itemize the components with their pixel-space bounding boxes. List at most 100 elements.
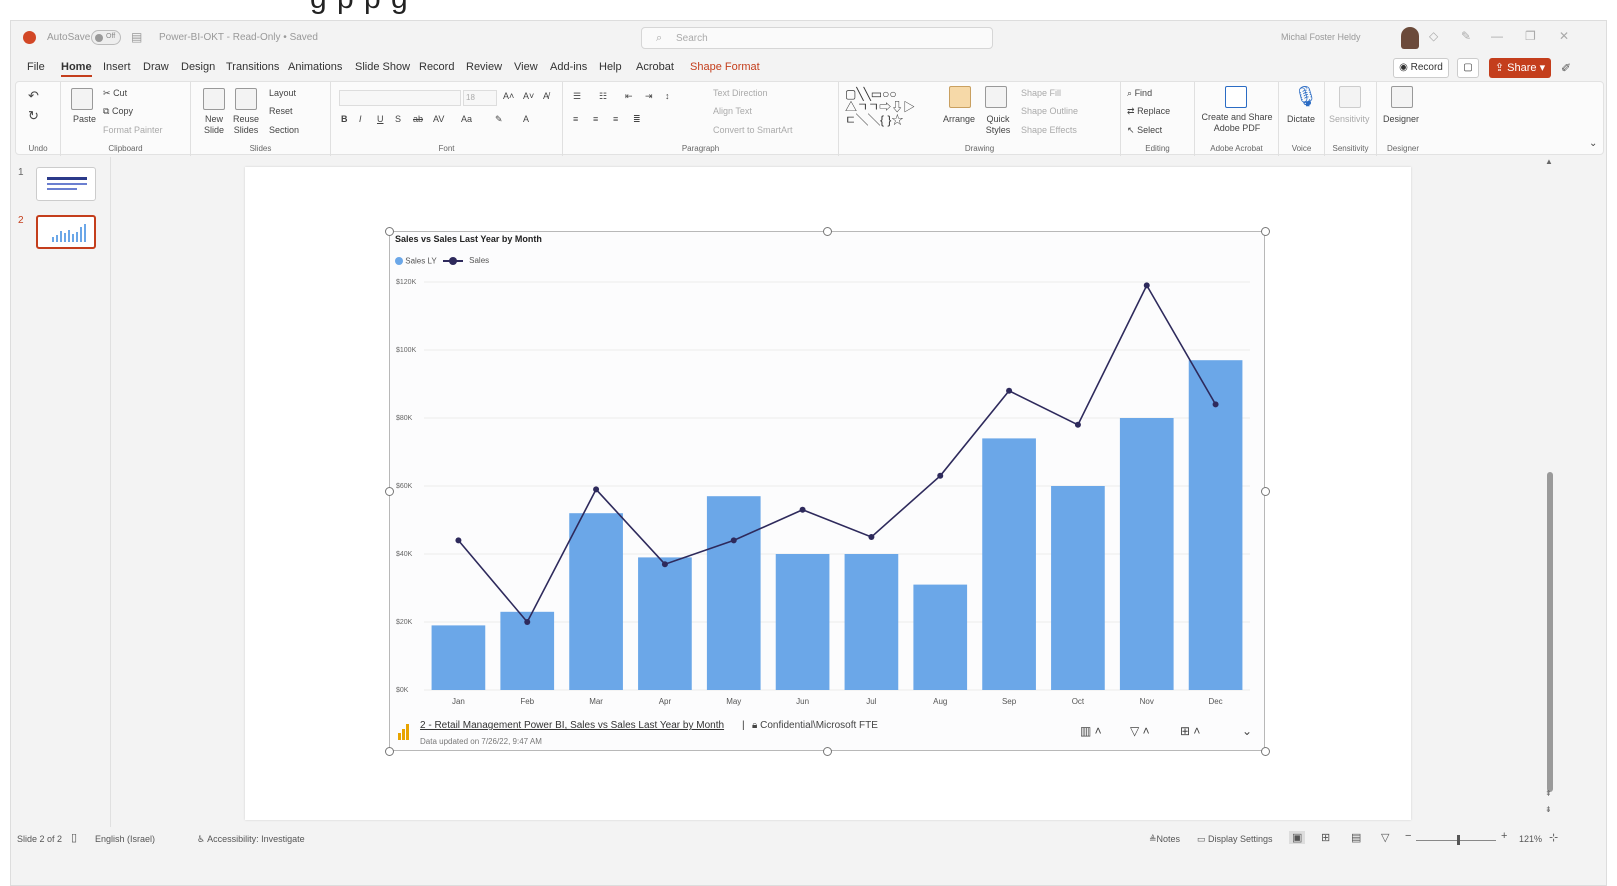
copy-button[interactable]: ⧉ Copy [103,106,133,117]
quick-styles-icon[interactable] [985,86,1007,108]
font-name-input[interactable] [339,90,461,106]
shadow-icon[interactable]: S [395,114,401,124]
section-button[interactable]: Section [269,125,299,135]
avatar[interactable] [1401,27,1419,49]
char-spacing-icon[interactable]: AV [433,114,444,124]
search-box[interactable]: ⌕ Search [641,27,993,49]
underline-icon[interactable]: U [377,114,384,124]
cut-button[interactable]: ✂ Cut [103,88,127,99]
tab-home[interactable]: Home [61,61,92,77]
strikethrough-icon[interactable]: ab [413,114,423,124]
shape-outline-button[interactable]: Shape Outline [1021,106,1078,116]
highlight-icon[interactable]: ✎ [495,114,503,125]
sensitivity-icon[interactable] [1339,86,1361,108]
tab-add-ins[interactable]: Add-ins [550,61,587,73]
minimize-icon[interactable]: — [1491,29,1503,43]
vertical-scrollbar[interactable]: ▲ ⇞ ⇟ [1544,157,1556,827]
new-slide-icon[interactable] [203,88,225,110]
pen-icon[interactable]: ✎ [1461,29,1471,43]
restore-icon[interactable]: ❐ [1525,29,1536,43]
report-link[interactable]: 2 - Retail Management Power BI, Sales vs… [420,720,724,731]
sensitivity-button[interactable]: Sensitivity [1329,114,1370,124]
justify-icon[interactable]: ≣ [633,114,641,125]
tab-record[interactable]: Record [419,61,454,73]
slideshow-icon[interactable]: ▽ [1381,831,1389,844]
text-direction-button[interactable]: Text Direction [713,88,768,98]
create-share-pdf-button[interactable]: Create and Share Adobe PDF [1199,112,1275,134]
comments-button[interactable]: ▢ [1457,58,1479,78]
align-left-icon[interactable]: ≡ [573,114,578,124]
slide-thumbnail-1[interactable] [36,167,96,201]
normal-view-icon[interactable]: ▣ [1289,831,1306,844]
shapes-gallery-icon[interactable]: ▢╲╲▭○○ △ㄱㄱ⇨⇩▷ ㄷ╲╲{ }☆ [845,88,915,127]
tab-draw[interactable]: Draw [143,61,169,73]
scroll-up-icon[interactable]: ▲ [1545,157,1553,166]
record-button[interactable]: ◉ Record [1393,58,1449,78]
grow-font-icon[interactable]: A˄ [503,91,514,101]
zoom-level[interactable]: 121% [1519,834,1542,844]
format-painter-button[interactable]: Format Painter [103,125,163,135]
expand-chevron-icon[interactable]: ⌄ [1242,724,1252,738]
align-text-button[interactable]: Align Text [713,106,752,116]
decrease-indent-icon[interactable]: ⇤ [625,91,633,102]
tab-animations[interactable]: Animations [288,61,342,73]
layout-options-icon[interactable]: ⊞ ˄ [1180,724,1200,738]
language-indicator[interactable]: English (Israel) [95,834,155,844]
clear-format-icon[interactable]: A̸ [543,91,549,101]
microphone-icon[interactable]: 🎙 [1293,84,1318,109]
line-spacing-icon[interactable]: ↕ [665,91,670,101]
reset-button[interactable]: Reset [269,106,293,116]
paste-icon[interactable] [71,88,93,110]
fit-slide-icon[interactable]: ⊹ [1549,831,1558,844]
reuse-slides-icon[interactable] [235,88,257,110]
powerbi-chart-object[interactable]: Sales vs Sales Last Year by Month Sales … [385,227,1270,756]
dictate-button[interactable]: Dictate [1287,114,1315,124]
zoom-in-icon[interactable]: + [1501,830,1507,842]
chart-options-icon[interactable]: ▥ ˄ [1080,724,1102,738]
save-icon[interactable]: ▤ [131,30,142,44]
adobe-pdf-icon[interactable] [1225,86,1247,108]
zoom-out-icon[interactable]: − [1405,830,1411,842]
new-slide-button[interactable]: New Slide [199,114,229,136]
tab-design[interactable]: Design [181,61,215,73]
display-settings-button[interactable]: ▭ Display Settings [1197,834,1273,845]
designer-icon[interactable] [1391,86,1413,108]
resize-handle[interactable] [823,227,832,236]
tab-shape-format[interactable]: Shape Format [690,61,760,73]
layout-button[interactable]: Layout [269,88,296,98]
tab-view[interactable]: View [514,61,538,73]
bold-icon[interactable]: B [341,114,348,124]
user-name[interactable]: Michal Foster Heldy [1281,32,1361,42]
reuse-slides-button[interactable]: Reuse Slides [231,114,261,136]
collapse-ribbon-icon[interactable]: ⌄ [1589,138,1597,149]
prev-slide-icon[interactable]: ⇞ [1545,789,1552,798]
align-center-icon[interactable]: ≡ [593,114,598,124]
scrollbar-thumb[interactable] [1547,472,1553,792]
shape-fill-button[interactable]: Shape Fill [1021,88,1061,98]
designer-button[interactable]: Designer [1383,114,1419,124]
resize-handle[interactable] [1261,227,1270,236]
quick-styles-button[interactable]: Quick Styles [983,114,1013,136]
accessibility-button[interactable]: ♿︎ Accessibility: Investigate [197,834,305,845]
find-button[interactable]: ⌕ Find [1127,88,1152,99]
paste-button[interactable]: Paste [73,114,96,124]
redo-icon[interactable]: ↻ [28,108,39,124]
arrange-icon[interactable] [949,86,971,108]
increase-indent-icon[interactable]: ⇥ [645,91,653,102]
tab-transitions[interactable]: Transitions [226,61,279,73]
spelling-icon[interactable]: ▯ [71,831,77,844]
share-button[interactable]: ⇪ Share ▾ [1489,58,1551,78]
filter-icon[interactable]: ▽ ˄ [1130,724,1150,738]
zoom-slider-thumb[interactable] [1457,835,1460,845]
tab-review[interactable]: Review [466,61,502,73]
slide[interactable]: Sales vs Sales Last Year by Month Sales … [245,167,1411,820]
arrange-button[interactable]: Arrange [943,114,975,124]
ribbon-pin-icon[interactable]: ✐ [1561,61,1571,75]
select-button[interactable]: ↖ Select [1127,125,1162,136]
document-title[interactable]: Power-BI-OKT - Read-Only • Saved [159,32,318,43]
font-color-icon[interactable]: A [523,114,529,124]
close-icon[interactable]: ✕ [1559,29,1569,43]
slide-thumbnail-2[interactable] [36,215,96,249]
align-right-icon[interactable]: ≡ [613,114,618,124]
resize-handle[interactable] [385,227,394,236]
